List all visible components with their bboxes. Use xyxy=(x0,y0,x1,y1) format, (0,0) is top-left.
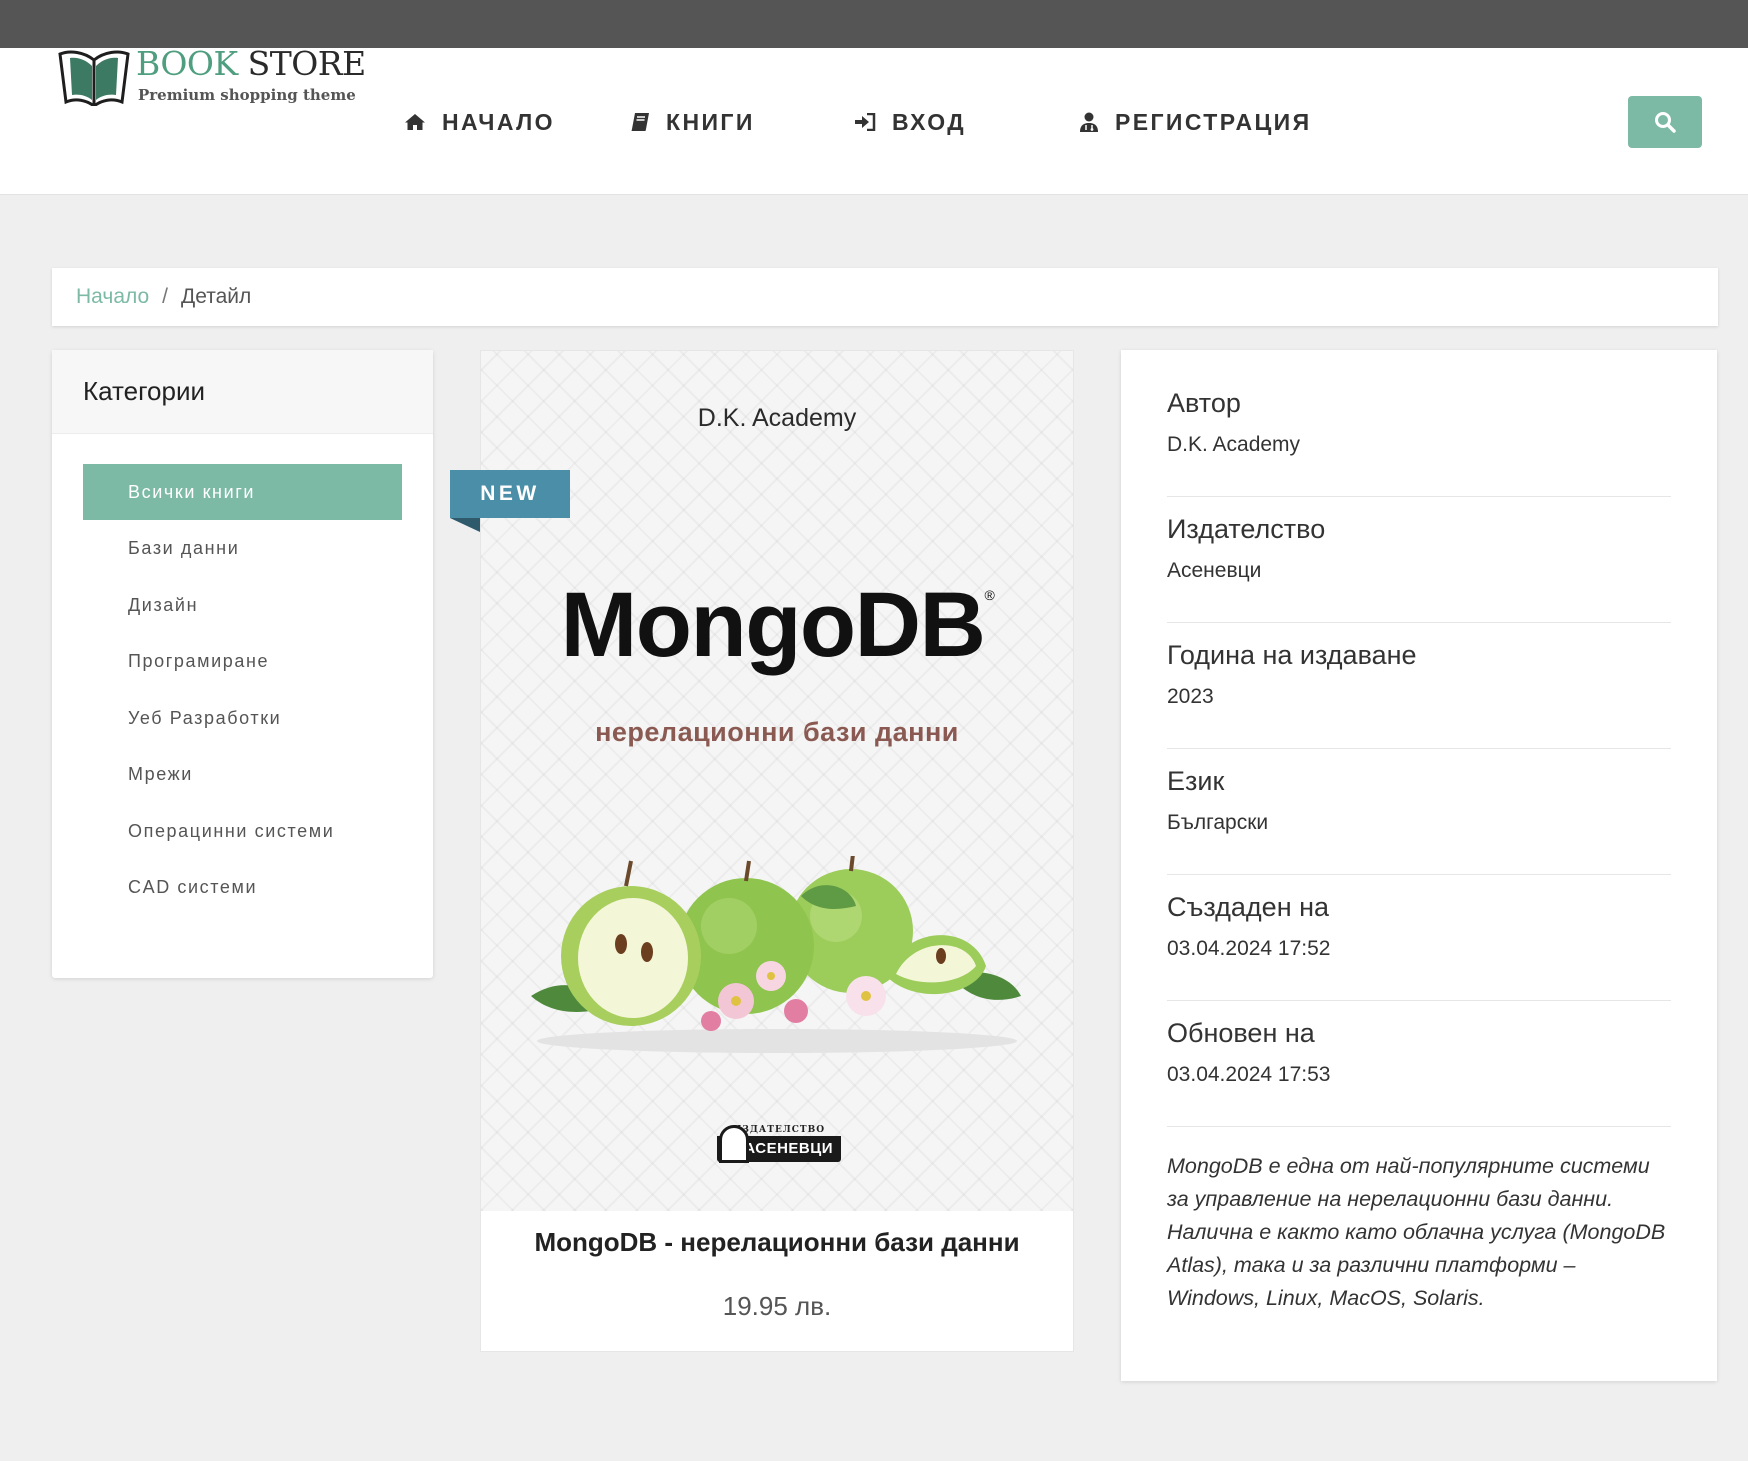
detail-row-language: Език Български xyxy=(1167,766,1671,875)
search-icon xyxy=(1655,112,1676,133)
detail-value-updated: 03.04.2024 17:53 xyxy=(1167,1063,1331,1086)
category-item-web-development[interactable]: Уеб Разработки xyxy=(83,690,402,746)
new-badge: NEW xyxy=(450,470,570,518)
home-icon xyxy=(405,114,425,130)
detail-label-language: Език xyxy=(1167,766,1225,796)
detail-row-publisher: Издателство Асеневци xyxy=(1167,514,1671,623)
detail-value-year: 2023 xyxy=(1167,685,1214,708)
product-description: MongoDB е една от най-популярните систем… xyxy=(1167,1154,1666,1310)
nav-books[interactable]: КНИГИ xyxy=(630,106,755,138)
detail-label-year: Година на издаване xyxy=(1167,640,1417,670)
sign-in-icon xyxy=(855,113,876,131)
book-icon xyxy=(631,113,649,131)
detail-label-created: Създаден на xyxy=(1167,892,1330,922)
category-item-design[interactable]: Дизайн xyxy=(83,577,402,633)
new-badge-fold xyxy=(450,518,480,532)
cover-title-text: MongoDB xyxy=(560,574,986,676)
detail-label-updated: Обновен на xyxy=(1167,1018,1315,1048)
nav-home-label: НАЧАЛО xyxy=(442,108,555,135)
logo-title: BOOK STORE xyxy=(136,44,366,83)
nav-register[interactable]: РЕГИСТРАЦИЯ xyxy=(1079,106,1312,138)
nav-home[interactable]: НАЧАЛО xyxy=(404,106,555,138)
detail-value-language: Български xyxy=(1167,811,1269,834)
category-item-cad-systems[interactable]: CAD системи xyxy=(83,860,402,916)
logo-word-store: STORE xyxy=(247,44,367,83)
logo-tagline: Premium shopping theme xyxy=(138,86,356,104)
breadcrumb-current: Детайл xyxy=(181,285,252,308)
logo-word-book: BOOK xyxy=(136,44,238,83)
breadcrumb: Начало / Детайл xyxy=(52,268,1718,326)
open-book-icon xyxy=(58,50,130,106)
user-doctor-icon xyxy=(1080,112,1098,132)
detail-row-updated: Обновен на 03.04.2024 17:53 xyxy=(1167,1018,1671,1127)
detail-value-author: D.K. Academy xyxy=(1167,433,1301,456)
cover-subtitle: нерелационни бази данни xyxy=(595,717,959,747)
search-button[interactable] xyxy=(1628,96,1702,148)
detail-value-publisher: Асеневци xyxy=(1167,559,1262,582)
product-details-panel: Автор D.K. Academy Издателство Асеневци … xyxy=(1121,350,1717,1381)
publisher-arch-icon xyxy=(719,1125,749,1163)
green-apples-illustration xyxy=(531,856,1021,1053)
breadcrumb-home-link[interactable]: Начало xyxy=(76,285,149,309)
detail-label-publisher: Издателство xyxy=(1167,514,1326,544)
product-price: 19.95 лв. xyxy=(722,1291,832,1321)
cover-title: MongoDB® xyxy=(481,573,1073,678)
cover-registered-mark: ® xyxy=(984,587,994,603)
category-item-databases[interactable]: Бази данни xyxy=(83,521,402,577)
category-item-networks[interactable]: Мрежи xyxy=(83,747,402,803)
breadcrumb-separator: / xyxy=(162,285,169,308)
nav-login-label: ВХОД xyxy=(892,108,967,135)
site-logo[interactable]: BOOK STORE Premium shopping theme xyxy=(58,44,366,108)
nav-books-label: КНИГИ xyxy=(666,108,755,135)
publisher-logo: ИЗДАТЕЛСТВО АСЕНЕВЦИ xyxy=(717,1125,841,1165)
detail-row-author: Автор D.K. Academy xyxy=(1167,388,1671,497)
nav-register-label: РЕГИСТРАЦИЯ xyxy=(1115,108,1312,135)
product-name[interactable]: MongoDB - нерелационни бази данни xyxy=(481,1227,1073,1258)
categories-panel: Категории Всички книги Бази данни Дизайн… xyxy=(52,350,433,978)
category-item-programming[interactable]: Програмиране xyxy=(83,634,402,690)
detail-label-author: Автор xyxy=(1167,388,1241,418)
top-bar xyxy=(0,0,1748,48)
detail-row-year: Година на издаване 2023 xyxy=(1167,640,1671,749)
cover-author: D.K. Academy xyxy=(697,404,857,432)
category-list: Всички книги Бази данни Дизайн Програмир… xyxy=(52,434,433,916)
category-item-operating-systems[interactable]: Операцинни системи xyxy=(83,803,402,859)
nav-login[interactable]: ВХОД xyxy=(854,106,966,138)
categories-title: Категории xyxy=(52,350,433,434)
category-item-all-books[interactable]: Всички книги xyxy=(83,464,402,520)
detail-value-created: 03.04.2024 17:52 xyxy=(1167,937,1331,960)
detail-row-created: Създаден на 03.04.2024 17:52 xyxy=(1167,892,1671,1001)
